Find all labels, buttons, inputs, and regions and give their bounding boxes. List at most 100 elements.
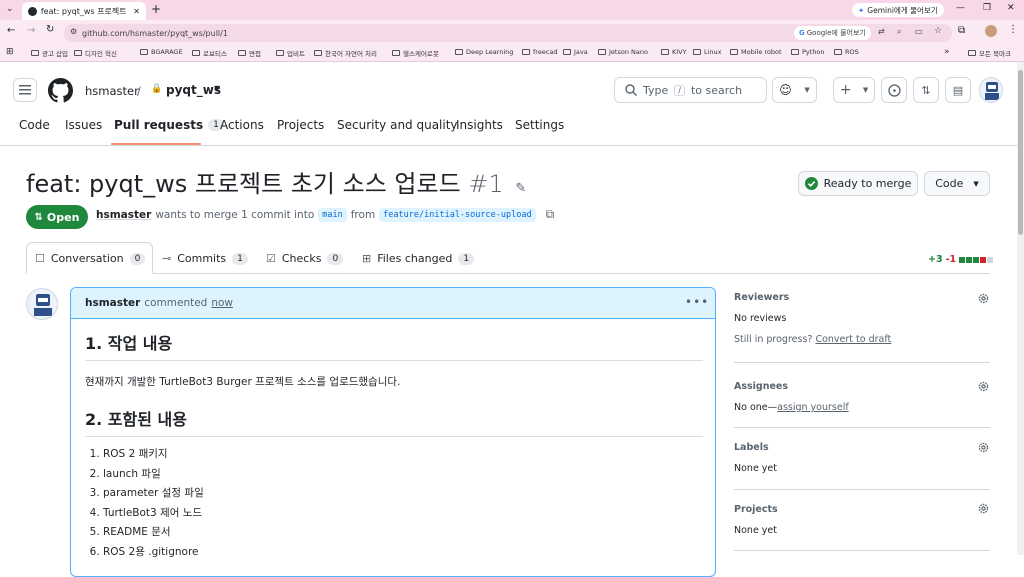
- all-bookmarks[interactable]: 모든 북마크: [968, 48, 1011, 58]
- close-tab-icon[interactable]: ✕: [133, 7, 140, 16]
- bookmark-item[interactable]: ROS: [834, 48, 859, 56]
- gemini-button[interactable]: ✦ Gemini에게 물어보기: [852, 3, 944, 17]
- repo-switch-caret-icon[interactable]: ▼: [214, 84, 220, 93]
- pr-author-link[interactable]: hsmaster: [96, 209, 151, 221]
- code-button-label: Code: [935, 177, 964, 190]
- nav-tab-issue[interactable]: Issues: [65, 118, 102, 132]
- bookmark-item[interactable]: Java: [563, 48, 588, 56]
- comment-time[interactable]: now: [211, 297, 233, 309]
- nav-tab-insights[interactable]: Insights: [456, 118, 503, 132]
- reviewers-gear-icon[interactable]: [977, 292, 990, 305]
- repo-owner-link[interactable]: hsmaster: [85, 84, 139, 98]
- bookmark-item[interactable]: Linux: [693, 48, 722, 56]
- bookmark-item[interactable]: 광고 삽입: [31, 48, 68, 58]
- nav-tab-code[interactable]: Code: [19, 118, 50, 132]
- google-g-icon: G: [799, 29, 805, 37]
- pr-tab-commits[interactable]: ⊸ Commits 1: [162, 243, 248, 274]
- bookmark-item[interactable]: 업비트: [276, 48, 305, 58]
- page-scrollbar[interactable]: [1017, 62, 1024, 555]
- bookmark-item[interactable]: 로보티스: [192, 48, 227, 58]
- nav-tab-pr[interactable]: Pull requests 1: [114, 118, 224, 132]
- site-info-icon[interactable]: ⚙: [70, 27, 77, 36]
- head-branch[interactable]: feature/initial-source-upload: [379, 207, 536, 222]
- search-input[interactable]: Type / to search: [614, 77, 767, 103]
- maximize-icon[interactable]: ❐: [983, 3, 991, 13]
- new-tab-icon[interactable]: +: [151, 2, 161, 16]
- bookmark-item[interactable]: freecad: [522, 48, 558, 56]
- profile-avatar[interactable]: [985, 25, 997, 37]
- bookmark-item[interactable]: Deep Learning: [455, 48, 513, 56]
- bookmark-item[interactable]: 헬스케어로봇: [392, 48, 439, 58]
- pr-tab-conversation[interactable]: ☐ Conversation 0: [35, 243, 146, 274]
- bookmarks-overflow-icon[interactable]: »: [944, 47, 950, 57]
- repo-name-link[interactable]: pyqt_ws: [166, 83, 221, 97]
- issues-button[interactable]: [881, 77, 907, 103]
- search-to-search-label: to search: [690, 83, 743, 97]
- back-icon[interactable]: ←: [7, 25, 15, 36]
- edit-pencil-icon[interactable]: ✎: [515, 181, 526, 196]
- assign-yourself-link[interactable]: assign yourself: [777, 402, 849, 413]
- nav-tab-actions[interactable]: Actions: [220, 118, 264, 132]
- nav-tab-security[interactable]: Security and quality: [337, 118, 458, 132]
- bookmark-item[interactable]: Jetson Nano: [598, 48, 648, 56]
- code-dropdown-button[interactable]: Code ▼: [924, 171, 990, 196]
- projects-heading[interactable]: Projects: [734, 504, 778, 515]
- assignees-heading[interactable]: Assignees: [734, 381, 788, 392]
- inbox-button[interactable]: ▤: [945, 77, 971, 103]
- ready-to-merge-button[interactable]: Ready to merge: [798, 171, 918, 196]
- hamburger-menu-button[interactable]: [13, 78, 37, 102]
- apps-grid-icon[interactable]: ⊞: [6, 47, 14, 57]
- close-window-icon[interactable]: ✕: [1007, 3, 1015, 13]
- pr-tab-checks[interactable]: ☑ Checks 0: [266, 243, 344, 274]
- pull-requests-button[interactable]: ⇅: [913, 77, 939, 103]
- extensions-icon[interactable]: ⧉: [958, 25, 965, 36]
- create-new-button[interactable]: + ▼: [833, 77, 875, 103]
- base-branch[interactable]: main: [318, 207, 347, 222]
- labels-gear-icon[interactable]: [977, 441, 990, 454]
- convert-to-draft-link[interactable]: Convert to draft: [815, 334, 891, 345]
- google-ask-button[interactable]: G Google에 물어보기: [794, 26, 871, 40]
- browser-menu-icon[interactable]: ⋮: [1008, 24, 1018, 35]
- reload-icon[interactable]: ↻: [46, 24, 54, 35]
- tab-list-chevron-icon[interactable]: ⌄: [6, 4, 14, 14]
- url-text: github.com/hsmaster/pyqt_ws/pull/1: [82, 28, 228, 38]
- forward-icon[interactable]: →: [27, 25, 35, 36]
- nav-tab-projects[interactable]: Projects: [277, 118, 324, 132]
- browser-tab-active[interactable]: feat: pyqt_ws 프로젝트 초기 소 ✕: [22, 2, 146, 20]
- bookmark-item[interactable]: Python: [791, 48, 825, 56]
- bookmark-item[interactable]: 한국어 자연어 처리: [314, 48, 377, 58]
- address-bar[interactable]: ⚙ github.com/hsmaster/pyqt_ws/pull/1 G G…: [64, 24, 952, 42]
- reviewers-heading[interactable]: Reviewers: [734, 292, 789, 303]
- nav-tab-settings[interactable]: Settings: [515, 118, 564, 132]
- labels-heading[interactable]: Labels: [734, 442, 769, 453]
- search-type-label: Type: [643, 83, 669, 97]
- bookmark-item[interactable]: KIVY: [661, 48, 687, 56]
- git-pull-request-icon: ⇅: [921, 83, 931, 97]
- copilot-button[interactable]: ☺ ▼: [772, 77, 817, 103]
- bookmark-star-icon[interactable]: ☆: [934, 26, 942, 36]
- bookmark-item[interactable]: Mobile robot: [730, 48, 782, 56]
- github-logo-icon[interactable]: [48, 78, 73, 103]
- browser-toolbar: ← → ↻ ⚙ github.com/hsmaster/pyqt_ws/pull…: [0, 20, 1024, 45]
- comment-options-icon[interactable]: •••: [685, 295, 709, 309]
- reviewers-value: No reviews: [734, 313, 787, 324]
- minimize-icon[interactable]: —: [956, 3, 965, 13]
- comment-author[interactable]: hsmaster: [85, 297, 140, 309]
- pr-tab-files-changed[interactable]: ⊞ Files changed 1: [362, 243, 475, 274]
- user-avatar[interactable]: [979, 77, 1003, 103]
- scrollbar-thumb[interactable]: [1018, 70, 1023, 235]
- projects-gear-icon[interactable]: [977, 502, 990, 515]
- zoom-icon[interactable]: ⌕: [897, 27, 901, 37]
- sidebar-divider: [734, 427, 990, 428]
- bookmark-item[interactable]: 디자인 혁신: [74, 48, 117, 58]
- copy-branch-icon[interactable]: ⧉: [546, 207, 555, 222]
- bookmark-item[interactable]: BGARAGE: [140, 48, 183, 56]
- bookmark-label: 디자인 혁신: [85, 50, 117, 58]
- assignees-gear-icon[interactable]: [977, 380, 990, 393]
- translate-icon[interactable]: ⇄: [878, 27, 885, 36]
- code-caret-icon: ▼: [973, 179, 979, 188]
- cast-icon[interactable]: ▭: [915, 27, 923, 36]
- bookmark-label: KIVY: [672, 48, 687, 56]
- bookmark-item[interactable]: 면접: [238, 48, 261, 58]
- comment-author-avatar[interactable]: [26, 288, 58, 320]
